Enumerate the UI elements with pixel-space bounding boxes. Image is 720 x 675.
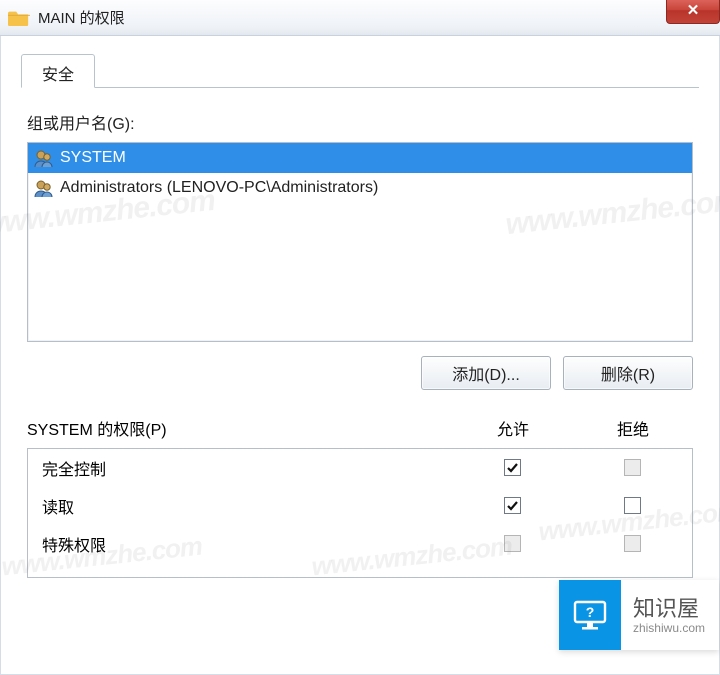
tabstrip: 安全	[21, 54, 699, 88]
permissions-list: 完全控制读取特殊权限	[27, 448, 693, 578]
close-icon: ✕	[687, 3, 700, 18]
permission-name: 读取	[42, 494, 452, 518]
brand-text: 知识屋 zhishiwu.com	[621, 580, 719, 650]
deny-checkbox	[624, 459, 641, 476]
permission-row: 特殊权限	[28, 525, 692, 563]
tab-security[interactable]: 安全	[21, 54, 95, 88]
allow-checkbox	[504, 535, 521, 552]
list-item[interactable]: SYSTEM	[28, 143, 692, 173]
permission-row: 读取	[28, 487, 692, 525]
users-icon	[34, 148, 54, 168]
brand-name: 知识屋	[633, 597, 705, 621]
deny-cell	[572, 459, 692, 477]
brand-badge: ? 知识屋 zhishiwu.com	[559, 580, 719, 650]
window-title: MAIN 的权限	[38, 7, 125, 28]
permissions-label: SYSTEM 的权限(P)	[27, 416, 453, 440]
brand-monitor-icon: ?	[559, 580, 621, 650]
allow-checkbox[interactable]	[504, 459, 521, 476]
permission-name: 完全控制	[42, 456, 452, 480]
deny-checkbox	[624, 535, 641, 552]
permissions-header: SYSTEM 的权限(P) 允许 拒绝	[27, 416, 693, 440]
users-icon	[34, 178, 54, 198]
user-list[interactable]: SYSTEM Administrators (LENOVO-PC\Administ…	[27, 142, 693, 342]
deny-checkbox[interactable]	[624, 497, 641, 514]
groups-label: 组或用户名(G):	[27, 110, 699, 134]
deny-column-header: 拒绝	[573, 416, 693, 440]
allow-column-header: 允许	[453, 416, 573, 440]
titlebar: MAIN 的权限 ✕	[0, 0, 720, 36]
add-button[interactable]: 添加(D)...	[421, 356, 551, 390]
user-name: SYSTEM	[60, 149, 126, 167]
folder-icon	[8, 8, 30, 28]
button-row: 添加(D)... 删除(R)	[21, 356, 693, 390]
remove-button[interactable]: 删除(R)	[563, 356, 693, 390]
list-item[interactable]: Administrators (LENOVO-PC\Administrators…	[28, 173, 692, 203]
svg-text:?: ?	[586, 604, 595, 620]
permission-name: 特殊权限	[42, 532, 452, 556]
permission-row: 完全控制	[28, 449, 692, 487]
deny-cell	[572, 535, 692, 553]
dialog-body: 安全 组或用户名(G): SYSTEM Administrators (LENOV…	[0, 36, 720, 675]
allow-cell	[452, 535, 572, 553]
user-name: Administrators (LENOVO-PC\Administrators…	[60, 179, 378, 197]
allow-cell	[452, 459, 572, 477]
allow-checkbox[interactable]	[504, 497, 521, 514]
brand-url: zhishiwu.com	[633, 621, 705, 635]
allow-cell	[452, 497, 572, 515]
close-button[interactable]: ✕	[666, 0, 720, 24]
deny-cell	[572, 497, 692, 515]
